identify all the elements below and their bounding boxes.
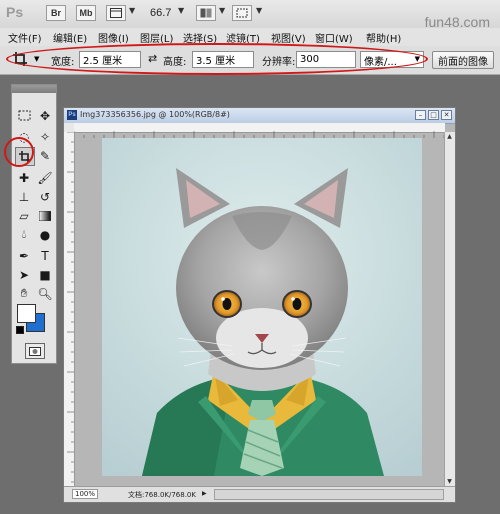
vertical-scrollbar[interactable]: ▲ ▼ bbox=[444, 132, 455, 487]
document-title: Img373356356.jpg @ 100%(RGB/8#) bbox=[80, 110, 230, 119]
menu-help[interactable]: 帮助(H) bbox=[366, 30, 401, 45]
width-label: 宽度: bbox=[51, 57, 75, 68]
menu-window[interactable]: 窗口(W) bbox=[315, 30, 353, 45]
chevron-down-icon[interactable]: ▼ bbox=[178, 6, 184, 15]
menu-bar: 文件(F) 编辑(E) 图像(I) 图层(L) 选择(S) 滤镜(T) 视图(V… bbox=[0, 28, 500, 47]
maximize-button[interactable]: □ bbox=[428, 110, 439, 120]
document-window: Ps Img373356356.jpg @ 100%(RGB/8#) – □ ✕… bbox=[63, 107, 456, 503]
status-menu-icon[interactable]: ▶ bbox=[202, 490, 207, 497]
resolution-field[interactable] bbox=[296, 51, 356, 68]
default-colors-icon[interactable] bbox=[16, 326, 24, 334]
spot-healing-tool-icon[interactable]: ✚ bbox=[15, 169, 33, 186]
tools-panel: ✥ ◌ ✧ ✎ ✚ 🖌︎ ⊥ ↺ ▱ 💧︎ ● ✒ T ➤ ■ ✋︎ 🔍︎ bbox=[11, 84, 57, 364]
rectangle-tool-icon[interactable]: ■ bbox=[36, 266, 54, 283]
resolution-unit-select[interactable]: 像素/... ▼ bbox=[360, 51, 424, 68]
scroll-up-icon[interactable]: ▲ bbox=[446, 133, 453, 141]
grid-icon bbox=[110, 8, 122, 18]
arrange-documents-button[interactable] bbox=[196, 5, 216, 21]
hand-tool-icon[interactable]: ✋︎ bbox=[15, 285, 33, 302]
tools-panel-header[interactable] bbox=[12, 85, 56, 93]
gradient-tool-icon[interactable] bbox=[36, 207, 54, 224]
zoom-level[interactable]: 66.7 bbox=[150, 7, 171, 19]
screen-mode-icon bbox=[236, 8, 248, 18]
menu-edit[interactable]: 编辑(E) bbox=[53, 30, 87, 45]
history-brush-tool-icon[interactable]: ↺ bbox=[36, 188, 54, 205]
bridge-button[interactable]: Br bbox=[46, 5, 66, 21]
chevron-down-icon[interactable]: ▼ bbox=[256, 6, 262, 15]
vertical-ruler[interactable] bbox=[64, 131, 75, 487]
marquee-tool-icon[interactable] bbox=[15, 107, 33, 124]
swap-icon[interactable]: ⇄ bbox=[148, 52, 157, 65]
brush-tool-icon[interactable]: 🖌︎ bbox=[36, 169, 54, 186]
dodge-tool-icon[interactable]: ● bbox=[36, 226, 54, 243]
close-button[interactable]: ✕ bbox=[441, 110, 452, 120]
zoom-field[interactable]: 100% bbox=[72, 489, 99, 499]
quick-mask-icon[interactable] bbox=[25, 343, 45, 359]
chevron-down-icon: ▼ bbox=[414, 55, 420, 63]
menu-view[interactable]: 视图(V) bbox=[271, 30, 306, 45]
eyedropper-tool-icon[interactable]: ✎ bbox=[36, 147, 54, 164]
zoom-tool-icon[interactable]: 🔍︎ bbox=[36, 285, 54, 302]
height-label: 高度: bbox=[163, 57, 187, 68]
scroll-down-icon[interactable]: ▼ bbox=[446, 478, 453, 486]
ps-document-icon: Ps bbox=[67, 110, 77, 120]
chevron-down-icon[interactable]: ▼ bbox=[129, 6, 135, 15]
crop-tool-icon[interactable] bbox=[15, 147, 35, 166]
horizontal-scrollbar[interactable] bbox=[214, 489, 444, 500]
document-size: 文档:768.0K/768.0K bbox=[128, 491, 196, 499]
resolution-unit-value: 像素/... bbox=[364, 57, 397, 68]
cat-photo bbox=[142, 168, 384, 476]
menu-file[interactable]: 文件(F) bbox=[8, 30, 42, 45]
arrange-icon bbox=[200, 8, 212, 18]
width-field[interactable] bbox=[79, 51, 141, 68]
chevron-down-icon[interactable]: ▼ bbox=[34, 55, 39, 63]
eraser-tool-icon[interactable]: ▱ bbox=[15, 207, 33, 224]
move-tool-icon[interactable]: ✥ bbox=[36, 107, 54, 124]
application-bar: Ps Br Mb ▼ 66.7 ▼ ▼ ▼ fun48.com bbox=[0, 0, 500, 30]
ruler-origin[interactable] bbox=[64, 123, 74, 132]
view-extras-button[interactable] bbox=[106, 5, 126, 21]
resolution-label: 分辨率: bbox=[262, 57, 296, 68]
status-bar: 100% 文档:768.0K/768.0K ▶ bbox=[64, 486, 455, 502]
path-selection-tool-icon[interactable]: ➤ bbox=[15, 266, 33, 283]
type-tool-icon[interactable]: T bbox=[36, 247, 54, 264]
crop-tool-icon[interactable] bbox=[12, 51, 28, 67]
minimize-button[interactable]: – bbox=[415, 110, 426, 120]
photoshop-logo: Ps bbox=[6, 4, 24, 20]
clone-stamp-tool-icon[interactable]: ⊥ bbox=[15, 188, 33, 205]
chevron-down-icon[interactable]: ▼ bbox=[219, 6, 225, 15]
foreground-color-swatch[interactable] bbox=[17, 304, 36, 323]
pen-tool-icon[interactable]: ✒ bbox=[15, 247, 33, 264]
front-image-button[interactable]: 前面的图像 bbox=[432, 51, 494, 69]
image-canvas[interactable] bbox=[102, 138, 422, 476]
document-title-bar[interactable]: Ps Img373356356.jpg @ 100%(RGB/8#) – □ ✕ bbox=[64, 108, 455, 124]
minibridge-button[interactable]: Mb bbox=[76, 5, 96, 21]
lasso-tool-icon[interactable]: ◌ bbox=[15, 128, 33, 145]
blur-tool-icon[interactable]: 💧︎ bbox=[15, 226, 33, 243]
height-field[interactable] bbox=[192, 51, 254, 68]
quick-selection-tool-icon[interactable]: ✧ bbox=[36, 128, 54, 145]
horizontal-ruler[interactable] bbox=[73, 123, 445, 138]
menu-layer[interactable]: 图层(L) bbox=[140, 30, 173, 45]
menu-select[interactable]: 选择(S) bbox=[183, 30, 217, 45]
options-bar: ▼ 宽度: ⇄ 高度: 分辨率: 像素/... ▼ 前面的图像 bbox=[0, 46, 500, 75]
screen-mode-button[interactable] bbox=[232, 5, 252, 21]
menu-image[interactable]: 图像(I) bbox=[98, 30, 129, 45]
menu-filter[interactable]: 滤镜(T) bbox=[226, 30, 260, 45]
